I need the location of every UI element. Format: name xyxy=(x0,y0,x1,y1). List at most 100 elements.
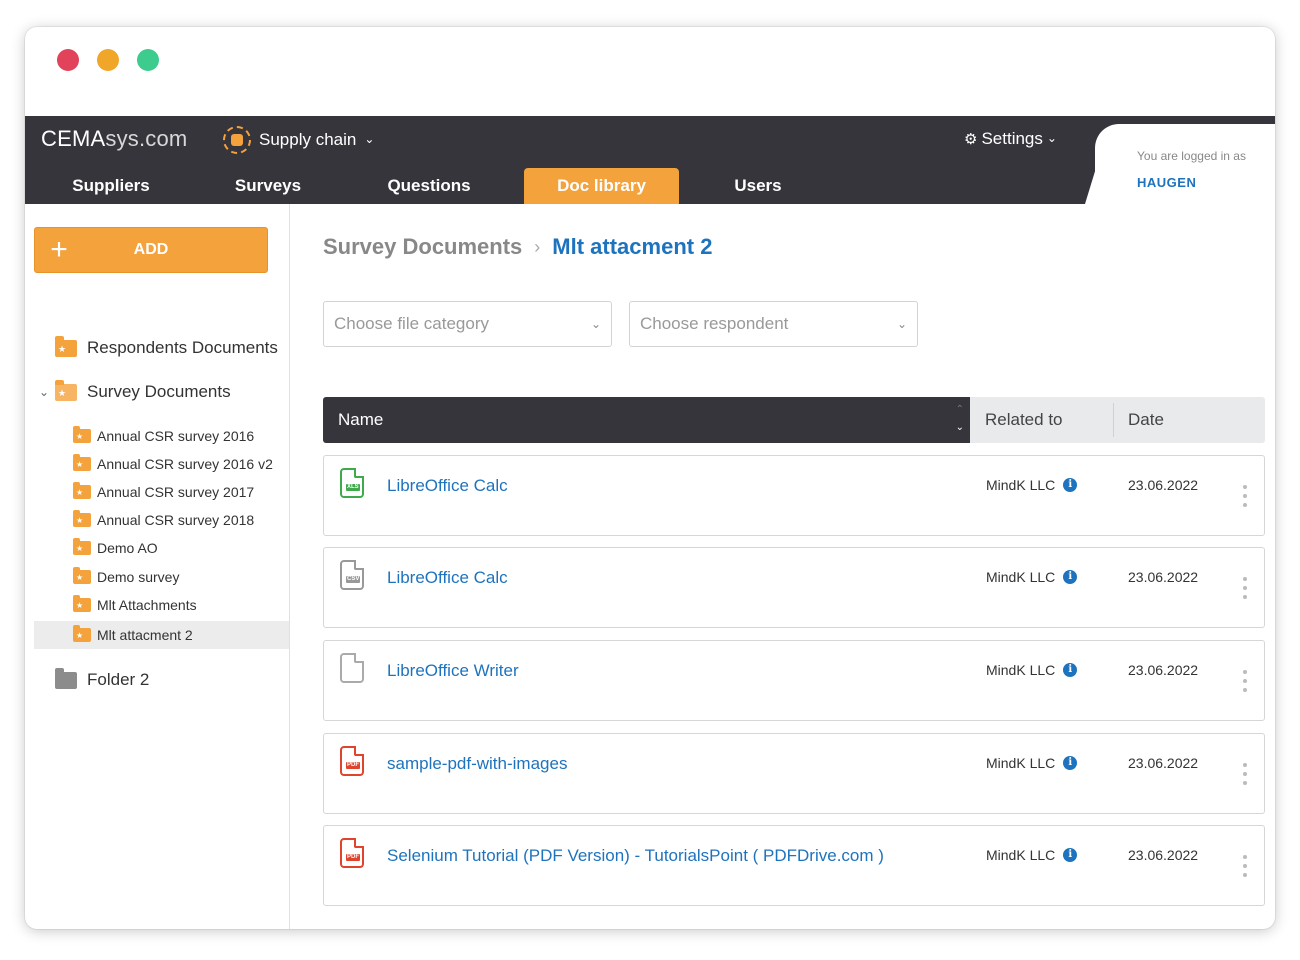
gear-icon: ⚙ xyxy=(964,131,978,148)
date-cell: 23.06.2022 xyxy=(1128,569,1199,585)
spreadsheet-icon: XLS xyxy=(340,468,364,498)
info-icon[interactable]: i xyxy=(1063,570,1078,584)
folder-mlt-attacment-2[interactable]: ★ Mlt attacment 2 xyxy=(34,621,289,649)
chevron-down-icon: ⌄ xyxy=(364,132,375,146)
folder-icon xyxy=(55,667,77,689)
nav-suppliers[interactable]: Suppliers xyxy=(25,168,197,204)
more-options-icon[interactable] xyxy=(1241,855,1249,877)
related-cell: MindK LLC i xyxy=(986,847,1078,863)
file-name-link[interactable]: sample-pdf-with-images xyxy=(387,754,567,774)
folder-annual-csr-2016-v2[interactable]: ★ Annual CSR survey 2016 v2 xyxy=(73,454,273,472)
chevron-down-icon: ⌄ xyxy=(896,317,907,331)
table-row[interactable]: PDF sample-pdf-with-images MindK LLC i 2… xyxy=(323,733,1265,814)
spreadsheet-grey-icon: CSV xyxy=(340,560,364,590)
file-name-link[interactable]: LibreOffice Calc xyxy=(387,568,508,588)
related-cell: MindK LLC i xyxy=(986,477,1078,493)
breadcrumb: Survey Documents › Mlt attacment 2 xyxy=(323,234,712,260)
folder-icon: ★ xyxy=(55,335,77,357)
nav-questions[interactable]: Questions xyxy=(339,168,519,204)
related-cell: MindK LLC i xyxy=(986,755,1078,771)
username-link[interactable]: HAUGEN xyxy=(1137,175,1259,190)
more-options-icon[interactable] xyxy=(1241,763,1249,785)
folder-icon: ★ xyxy=(73,426,91,443)
nav-surveys[interactable]: Surveys xyxy=(197,168,339,204)
file-name-link[interactable]: LibreOffice Writer xyxy=(387,661,519,681)
app-header: CEMAsys.com Supply chain ⌄ ⚙ Settings ⌄ … xyxy=(25,116,1275,204)
settings-label: Settings xyxy=(981,129,1043,148)
folder-icon: ★ xyxy=(73,454,91,471)
folder-icon: ★ xyxy=(73,482,91,499)
chevron-right-icon: › xyxy=(534,236,541,257)
respondent-select[interactable]: Choose respondent ⌄ xyxy=(629,301,918,347)
info-icon[interactable]: i xyxy=(1063,848,1078,862)
folder-annual-csr-2018[interactable]: ★ Annual CSR survey 2018 xyxy=(73,510,254,528)
module-switcher[interactable]: Supply chain ⌄ xyxy=(223,126,374,154)
settings-menu[interactable]: ⚙ Settings ⌄ xyxy=(964,129,1057,149)
supply-chain-icon xyxy=(223,126,251,154)
date-cell: 23.06.2022 xyxy=(1128,847,1199,863)
app-logo[interactable]: CEMAsys.com xyxy=(41,126,187,152)
info-icon[interactable]: i xyxy=(1063,663,1078,677)
folder-icon: ★ xyxy=(73,510,91,527)
chevron-down-icon: ⌄ xyxy=(1046,131,1057,145)
nav-doc-library[interactable]: Doc library xyxy=(524,168,679,204)
maximize-window-button[interactable] xyxy=(137,49,159,71)
pdf-file-icon: PDF xyxy=(340,838,364,868)
nav-users[interactable]: Users xyxy=(679,168,837,204)
chevron-down-icon: ⌄ xyxy=(590,317,601,331)
info-icon[interactable]: i xyxy=(1063,478,1078,492)
close-window-button[interactable] xyxy=(57,49,79,71)
more-options-icon[interactable] xyxy=(1241,577,1249,599)
folder-annual-csr-2016[interactable]: ★ Annual CSR survey 2016 xyxy=(73,426,254,444)
folder-icon: ★ xyxy=(73,595,91,612)
table-row[interactable]: PDF Selenium Tutorial (PDF Version) - Tu… xyxy=(323,825,1265,906)
folder-folder-2[interactable]: Folder 2 xyxy=(55,667,149,690)
date-cell: 23.06.2022 xyxy=(1128,755,1199,771)
window-controls xyxy=(57,49,159,71)
file-name-link[interactable]: LibreOffice Calc xyxy=(387,476,508,496)
related-cell: MindK LLC i xyxy=(986,662,1078,678)
file-category-placeholder: Choose file category xyxy=(334,314,489,333)
related-cell: MindK LLC i xyxy=(986,569,1078,585)
table-row[interactable]: CSV LibreOffice Calc MindK LLC i 23.06.2… xyxy=(323,547,1265,628)
date-cell: 23.06.2022 xyxy=(1128,662,1199,678)
more-options-icon[interactable] xyxy=(1241,485,1249,507)
module-label: Supply chain xyxy=(259,130,357,149)
folder-survey-documents[interactable]: ★ Survey Documents xyxy=(55,379,231,402)
folder-annual-csr-2017[interactable]: ★ Annual CSR survey 2017 xyxy=(73,482,254,500)
table-row[interactable]: XLS LibreOffice Calc MindK LLC i 23.06.2… xyxy=(323,455,1265,536)
table-header: Name ⌃ ⌄ Related to Date xyxy=(323,397,1265,443)
column-header-name[interactable]: Name ⌃ ⌄ xyxy=(323,397,970,443)
breadcrumb-current: Mlt attacment 2 xyxy=(552,234,713,259)
folder-demo-survey[interactable]: ★ Demo survey xyxy=(73,567,179,585)
column-header-related[interactable]: Related to xyxy=(985,397,1063,443)
table-row[interactable]: LibreOffice Writer MindK LLC i 23.06.202… xyxy=(323,640,1265,721)
more-options-icon[interactable] xyxy=(1241,670,1249,692)
add-button[interactable]: + ADD xyxy=(34,227,268,273)
date-cell: 23.06.2022 xyxy=(1128,477,1199,493)
sort-icon[interactable]: ⌃ ⌄ xyxy=(956,401,964,437)
folder-mlt-attachments[interactable]: ★ Mlt Attachments xyxy=(73,595,197,613)
minimize-window-button[interactable] xyxy=(97,49,119,71)
column-header-date[interactable]: Date xyxy=(1128,397,1164,443)
folder-icon: ★ xyxy=(73,567,91,584)
folder-icon: ★ xyxy=(73,625,91,642)
info-icon[interactable]: i xyxy=(1063,756,1078,770)
folder-respondents-documents[interactable]: ★ Respondents Documents xyxy=(55,335,278,358)
main-nav: Suppliers Surveys Questions Doc library … xyxy=(25,168,837,204)
plus-icon: + xyxy=(50,233,68,266)
app-window: CEMAsys.com Supply chain ⌄ ⚙ Settings ⌄ … xyxy=(25,27,1275,929)
breadcrumb-parent[interactable]: Survey Documents xyxy=(323,234,522,260)
file-name-link[interactable]: Selenium Tutorial (PDF Version) - Tutori… xyxy=(387,846,884,866)
pdf-file-icon: PDF xyxy=(340,746,364,776)
blank-file-icon xyxy=(340,653,364,683)
logged-in-label: You are logged in as xyxy=(1137,149,1246,163)
logged-in-info: You are logged in as HAUGEN xyxy=(1137,149,1259,190)
chevron-down-icon[interactable]: ⌄ xyxy=(39,385,49,399)
folder-icon: ★ xyxy=(73,538,91,555)
respondent-placeholder: Choose respondent xyxy=(640,314,789,333)
sidebar: + ADD ★ Respondents Documents ⌄ ★ Survey… xyxy=(25,204,290,929)
folder-open-icon: ★ xyxy=(55,379,77,401)
file-category-select[interactable]: Choose file category ⌄ xyxy=(323,301,612,347)
folder-demo-ao[interactable]: ★ Demo AO xyxy=(73,538,158,556)
